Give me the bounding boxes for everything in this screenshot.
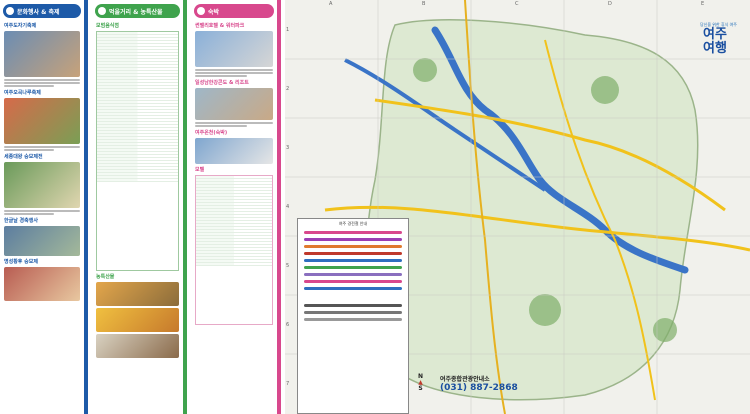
produce-photo	[96, 282, 179, 306]
section-title: 모범음식점	[96, 23, 120, 29]
section-title: 명성황후 숭모제	[4, 259, 38, 265]
brochure-page: 문화행사 & 축제 여주도자기축제 여주오곡나루축제 세종대왕 숭모제전 한글날…	[0, 0, 750, 414]
route-line	[304, 287, 402, 290]
grid-row-label: 7	[286, 381, 290, 387]
route-line	[304, 231, 402, 234]
grid-row-label: 3	[286, 145, 290, 151]
restaurant-table	[96, 31, 179, 271]
ceremony-photo	[4, 267, 80, 301]
festival-photo	[4, 98, 80, 144]
route-line	[304, 266, 402, 269]
logo-text: 여주여행	[703, 27, 727, 56]
legend-symbols	[304, 304, 402, 307]
grid-row-label: 1	[286, 27, 290, 33]
grid-column-label: A	[329, 1, 333, 7]
yeoju-logo: 당신을 위한 휴식 여주 여주여행	[700, 22, 737, 56]
grid-row-label: 6	[286, 322, 290, 328]
info-center-label: 여주종합관광안내소	[440, 376, 490, 383]
section-title: 농특산물	[96, 274, 115, 280]
spa-photo	[195, 138, 273, 164]
grid-column-label: E	[701, 1, 705, 7]
stay-header: 숙박	[194, 4, 274, 18]
section-title: 일성남한강콘도 & 리조트	[195, 80, 249, 86]
route-line	[304, 245, 402, 248]
section-title: 세종대왕 숭모제전	[4, 154, 43, 160]
bed-icon	[197, 7, 205, 15]
section-title: 여주온천(숙박)	[195, 130, 228, 136]
ceremony-photo	[4, 162, 80, 208]
grid-column-label: C	[515, 1, 519, 7]
section-title: 여주오곡나루축제	[4, 90, 41, 96]
info-center-phone: (031) 887-2868	[440, 383, 518, 393]
food-header-label: 먹을거리 & 농특산물	[109, 8, 163, 16]
compass-icon: N ▲ S	[418, 374, 423, 392]
route-line	[304, 280, 402, 283]
tourist-info: 여주종합관광안내소 (031) 887-2868	[440, 374, 518, 393]
produce-photo	[96, 308, 179, 332]
route-line	[304, 252, 402, 255]
grid-row-label: 4	[286, 204, 290, 210]
section-title: 여주도자기축제	[4, 23, 37, 29]
grid-column-label: D	[608, 1, 612, 7]
motel-table	[195, 175, 273, 325]
grid-row-label: 2	[286, 86, 290, 92]
transit-legend: 여주 경전철 안내	[297, 218, 409, 414]
food-header: 먹을거리 & 농특산물	[95, 4, 180, 18]
event-photo	[4, 226, 80, 256]
section-title: 한글날 경축행사	[4, 218, 38, 224]
produce-photo	[96, 334, 179, 358]
festival-photo	[4, 31, 80, 77]
culture-icon	[6, 7, 14, 15]
culture-header: 문화행사 & 축제	[3, 4, 81, 18]
hotel-photo	[195, 31, 273, 67]
resort-photo	[195, 88, 273, 120]
compass-south: S	[418, 385, 423, 392]
food-panel: 먹을거리 & 농특산물 모범음식점 농특산물	[92, 0, 187, 414]
route-line	[304, 259, 402, 262]
grid-column-label: B	[422, 1, 426, 7]
section-title: 모텔	[195, 167, 205, 173]
culture-panel: 문화행사 & 축제 여주도자기축제 여주오곡나루축제 세종대왕 숭모제전 한글날…	[0, 0, 88, 414]
stay-panel: 숙박 썬밸리호텔 & 워터파크 일성남한강콘도 & 리조트 여주온천(숙박) 모…	[191, 0, 281, 414]
food-icon	[98, 7, 106, 15]
culture-header-label: 문화행사 & 축제	[17, 8, 60, 16]
grid-row-label: 5	[286, 263, 290, 269]
stay-header-label: 숙박	[208, 8, 220, 16]
legend-symbols	[304, 318, 402, 321]
route-line	[304, 273, 402, 276]
legend-title: 여주 경전철 안내	[338, 221, 368, 226]
section-title: 썬밸리호텔 & 워터파크	[195, 23, 245, 29]
route-line	[304, 238, 402, 241]
legend-symbols	[304, 311, 402, 314]
